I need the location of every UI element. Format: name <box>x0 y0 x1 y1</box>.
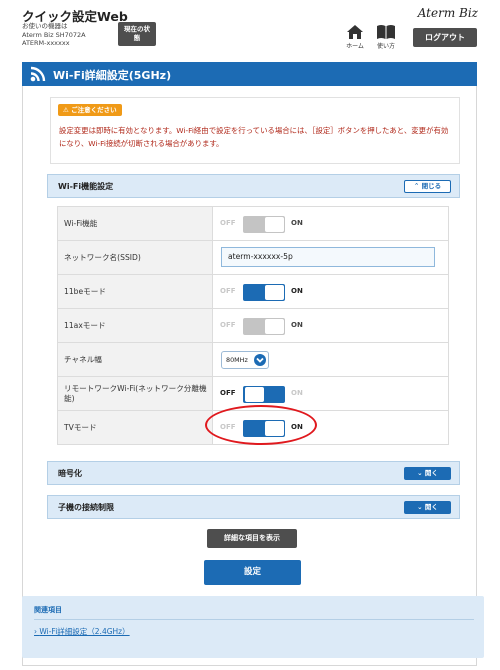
page-title: Wi-Fi詳細設定(5GHz) <box>53 69 172 82</box>
toggle-off-label: OFF <box>220 219 236 227</box>
row-label: TVモード <box>57 411 212 444</box>
help-label: 使い方 <box>376 43 395 50</box>
row-label: チャネル幅 <box>57 343 212 376</box>
row-label: ネットワーク名(SSID) <box>57 241 212 274</box>
notice-text: 設定変更は即時に有効となります。Wi-Fi経由で設定を行っている場合には、［設定… <box>59 126 449 148</box>
apply-button[interactable]: 設定 <box>204 560 301 585</box>
help-nav[interactable]: 使い方 <box>372 24 400 50</box>
brand-logo: Aterm Biz <box>417 6 478 20</box>
toggle-knob <box>265 285 284 300</box>
current-status-button[interactable]: 現在の状態 <box>118 22 156 46</box>
section-encryption[interactable]: 暗号化 ⌄ 開く <box>47 461 460 485</box>
section-wifi-function: Wi-Fi機能設定 ⌃ 閉じる <box>47 174 460 198</box>
row-value: OFF ON <box>212 275 449 308</box>
collapse-button[interactable]: ⌃ 閉じる <box>404 180 451 193</box>
expand-button[interactable]: ⌄ 開く <box>404 501 451 514</box>
device-label: お使いの機器は <box>22 22 68 30</box>
toggle-track <box>243 318 285 335</box>
row-11be-mode: 11beモード OFF ON <box>57 275 449 309</box>
toggle-off-label: OFF <box>220 389 236 397</box>
toggle-knob <box>265 217 284 232</box>
toggle-off-label: OFF <box>220 287 236 295</box>
related-title: 関連項目 <box>34 606 62 614</box>
header: クイック設定Web お使いの機器は Aterm Biz SH7072A ATER… <box>0 0 500 56</box>
toggle-on-label: ON <box>291 287 303 295</box>
toggle-knob <box>265 319 284 334</box>
row-label: Wi-Fi機能 <box>57 207 212 240</box>
section-access-limit[interactable]: 子機の接続制限 ⌄ 開く <box>47 495 460 519</box>
notice-badge: ⚠ ご注意ください <box>58 104 122 116</box>
show-details-button[interactable]: 詳細な項目を表示 <box>207 529 297 548</box>
home-nav[interactable]: ホーム <box>341 24 369 50</box>
row-value: 80MHz <box>212 343 449 376</box>
row-value: OFF ON <box>212 309 449 342</box>
toggle-on-label: ON <box>291 389 303 397</box>
row-label: リモートワークWi-Fi(ネットワーク分離機能) <box>57 377 212 410</box>
divider <box>34 619 474 620</box>
home-label: ホーム <box>346 43 364 50</box>
chevron-down-icon: ⌄ <box>417 469 425 477</box>
toggle-knob <box>245 387 264 402</box>
row-11ax-mode: 11axモード OFF ON <box>57 309 449 343</box>
device-name: ATERM-xxxxxx <box>22 39 70 47</box>
toggle-track <box>243 284 285 301</box>
row-channel-width: チャネル幅 80MHz <box>57 343 449 377</box>
row-ssid: ネットワーク名(SSID) aterm-xxxxxx-5p <box>57 241 449 275</box>
logout-button[interactable]: ログアウト <box>413 28 477 47</box>
select-value: 80MHz <box>226 356 248 364</box>
notice-badge-label: ご注意ください <box>71 106 117 114</box>
row-label: 11axモード <box>57 309 212 342</box>
expand-label: 開く <box>424 503 438 511</box>
section-title: 子機の接続制限 <box>58 503 114 512</box>
ssid-input[interactable]: aterm-xxxxxx-5p <box>221 247 435 267</box>
channel-width-select[interactable]: 80MHz <box>221 351 269 369</box>
related-link-label: Wi-Fi詳細設定（2.4GHz） <box>39 627 130 636</box>
current-status-label: 現在の状態 <box>124 25 150 42</box>
device-model: Aterm Biz SH7072A <box>22 30 86 39</box>
chevron-down-icon <box>254 354 266 366</box>
toggle-off-label: OFF <box>220 321 236 329</box>
row-value: OFF ON <box>212 207 449 240</box>
section-title: 暗号化 <box>58 469 82 478</box>
device-info: お使いの機器は Aterm Biz SH7072A ATERM-xxxxxx <box>22 22 86 48</box>
highlight-circle <box>205 405 317 445</box>
page-title-bar: Wi-Fi詳細設定(5GHz) <box>22 62 477 86</box>
collapse-label: 閉じる <box>421 182 442 190</box>
home-icon <box>347 25 363 39</box>
row-value: aterm-xxxxxx-5p <box>212 241 449 274</box>
warning-icon: ⚠ <box>63 106 72 114</box>
expand-label: 開く <box>424 469 438 477</box>
related-items: 関連項目 › Wi-Fi詳細設定（2.4GHz） <box>22 596 484 658</box>
wifi-icon <box>30 66 46 82</box>
chevron-up-icon: ⌃ <box>413 182 422 190</box>
toggle-on-label: ON <box>291 321 303 329</box>
expand-button[interactable]: ⌄ 開く <box>404 467 451 480</box>
section-title: Wi-Fi機能設定 <box>58 182 114 191</box>
toggle-track <box>243 216 285 233</box>
row-wifi-function: Wi-Fi機能 OFF ON <box>57 207 449 241</box>
book-icon <box>377 25 395 39</box>
chevron-down-icon: ⌄ <box>417 503 425 511</box>
toggle-track <box>243 386 285 403</box>
row-label: 11beモード <box>57 275 212 308</box>
notice-box: ⚠ ご注意ください 設定変更は即時に有効となります。Wi-Fi経由で設定を行って… <box>50 97 460 164</box>
related-link[interactable]: › Wi-Fi詳細設定（2.4GHz） <box>34 626 130 637</box>
toggle-on-label: ON <box>291 219 303 227</box>
